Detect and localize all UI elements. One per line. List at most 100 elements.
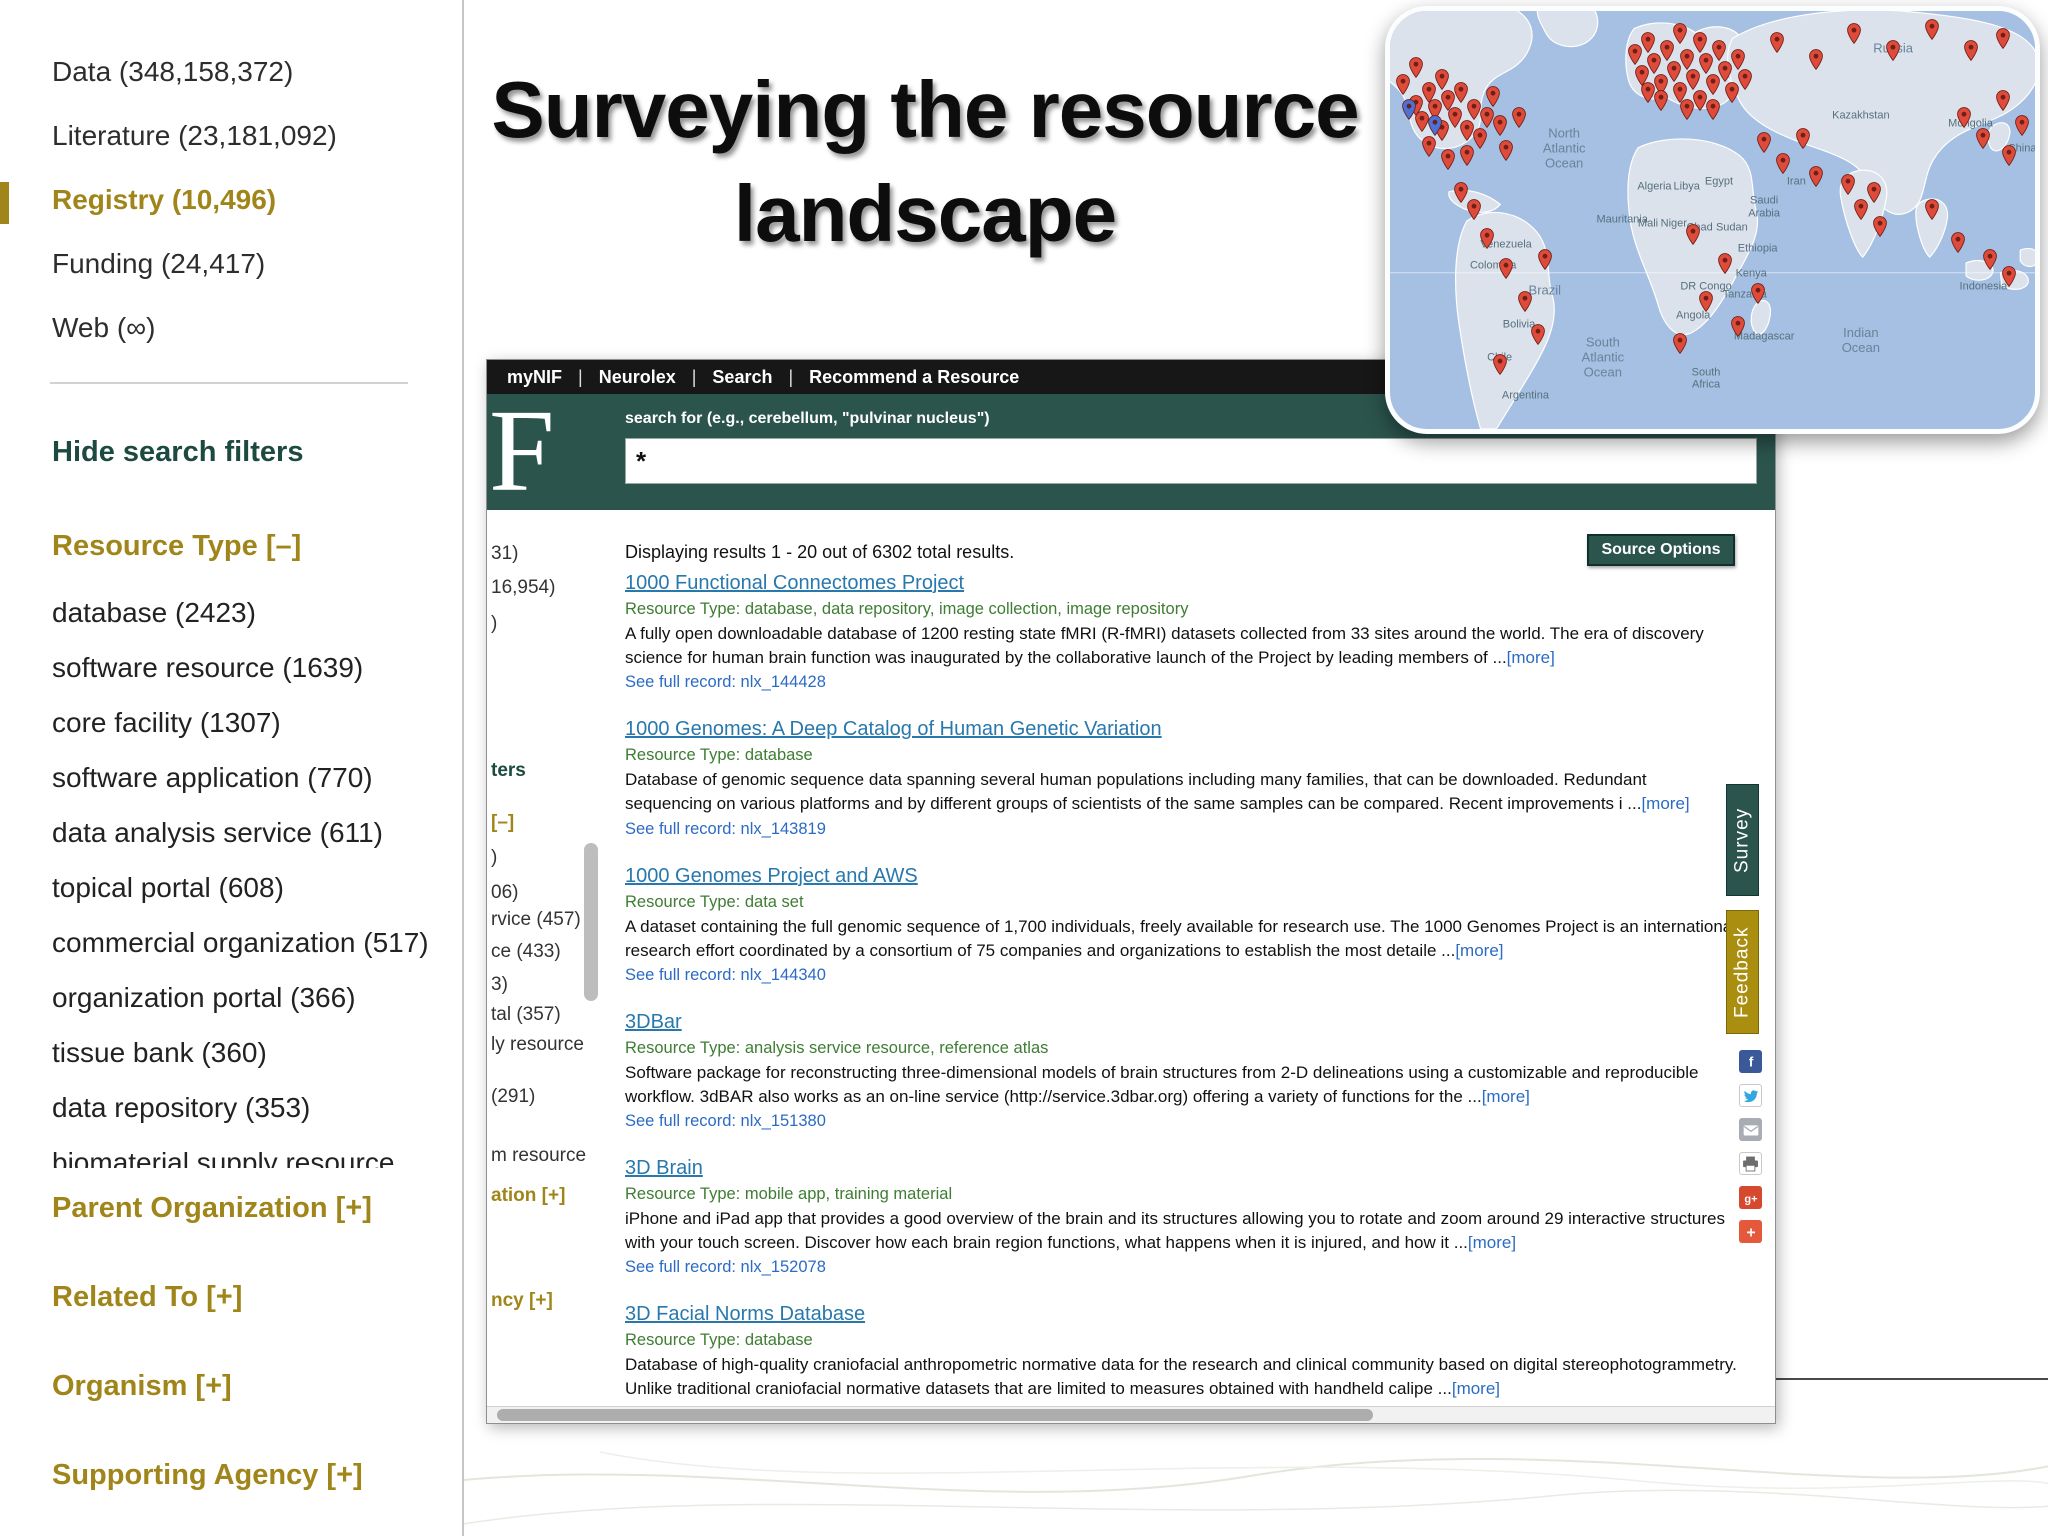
map-pin-icon[interactable] [1705, 98, 1720, 120]
map-pin-icon[interactable] [1673, 332, 1688, 354]
map-pin-icon[interactable] [1950, 232, 1965, 254]
map-pin-icon[interactable] [1653, 90, 1668, 112]
share-icon[interactable]: + [1739, 1220, 1762, 1243]
world-map[interactable]: RussiaKazakhstanMongoliaChinaNorth Atlan… [1385, 6, 2040, 434]
result-title-link[interactable]: 3D Brain [625, 1157, 703, 1180]
map-pin-icon[interactable] [1776, 153, 1791, 175]
filter-section-header[interactable]: Parent Organization [+] [52, 1192, 372, 1225]
map-pin-icon[interactable] [1808, 48, 1823, 70]
facet-item[interactable]: Web (∞) [52, 296, 337, 360]
result-title-link[interactable]: 1000 Genomes: A Deep Catalog of Human Ge… [625, 718, 1162, 741]
resource-type-item[interactable]: topical portal (608) [52, 860, 452, 915]
vertical-scrollbar-thumb[interactable] [584, 843, 598, 1001]
filter-section-header[interactable]: Related To [+] [52, 1281, 372, 1314]
source-options-button[interactable]: Source Options [1587, 534, 1735, 566]
map-pin-icon[interactable] [1679, 98, 1694, 120]
filter-section-header[interactable]: Organism [+] [52, 1370, 372, 1403]
map-pin-icon[interactable] [1795, 128, 1810, 150]
facebook-icon[interactable]: f [1739, 1050, 1762, 1073]
map-pin-icon[interactable] [1441, 149, 1456, 170]
result-more-link[interactable]: [more] [1452, 1379, 1500, 1398]
map-pin-icon[interactable] [1499, 140, 1514, 162]
result-title-link[interactable]: 3D Facial Norms Database [625, 1303, 865, 1326]
survey-tab[interactable]: Survey [1726, 784, 1759, 896]
resource-type-header[interactable]: Resource Type [–] [52, 530, 301, 563]
result-record-link[interactable]: See full record: nlx_144428 [625, 673, 826, 692]
google-plus-icon[interactable]: g+ [1739, 1186, 1762, 1209]
hide-search-filters-link[interactable]: Hide search filters [52, 436, 303, 469]
map-pin-icon[interactable] [1711, 40, 1726, 62]
resource-type-item[interactable]: software resource (1639) [52, 640, 452, 695]
nav-item[interactable]: Recommend a Resource [809, 367, 1019, 388]
map-pin-icon[interactable] [1976, 128, 1991, 150]
nav-item[interactable]: Search [712, 367, 772, 388]
map-pin-icon[interactable] [1492, 353, 1507, 375]
map-pin-icon[interactable] [1982, 249, 1997, 271]
resource-type-item[interactable]: biomaterial supply resource [52, 1135, 452, 1169]
map-pin-icon[interactable] [1995, 90, 2010, 112]
map-pin-icon[interactable] [1924, 199, 1939, 221]
result-more-link[interactable]: [more] [1468, 1233, 1516, 1252]
map-pin-icon[interactable] [1963, 40, 1978, 62]
result-title-link[interactable]: 1000 Genomes Project and AWS [625, 865, 918, 888]
map-pin-icon[interactable] [1957, 107, 1972, 129]
search-input[interactable] [625, 438, 1757, 484]
result-more-link[interactable]: [more] [1641, 794, 1689, 813]
map-pin-icon[interactable] [1995, 27, 2010, 49]
map-pin-icon[interactable] [1531, 324, 1546, 346]
map-pin-icon[interactable] [1641, 82, 1656, 104]
map-pin-blue-icon[interactable] [1402, 98, 1417, 120]
map-pin-icon[interactable] [2002, 266, 2017, 287]
map-pin-icon[interactable] [1731, 48, 1746, 70]
map-pin-icon[interactable] [1692, 31, 1707, 53]
map-pin-icon[interactable] [1473, 128, 1488, 150]
print-icon[interactable] [1739, 1152, 1762, 1175]
map-pin-icon[interactable] [1466, 199, 1481, 221]
facet-item[interactable]: Data (348,158,372) [52, 40, 337, 104]
map-pin-icon[interactable] [1737, 69, 1752, 91]
twitter-icon[interactable] [1739, 1084, 1762, 1107]
result-more-link[interactable]: [more] [1455, 941, 1503, 960]
map-pin-icon[interactable] [1492, 115, 1507, 137]
map-pin-icon[interactable] [1847, 23, 1862, 45]
map-pin-icon[interactable] [1840, 174, 1855, 195]
result-record-link[interactable]: See full record: nlx_143819 [625, 820, 826, 839]
facet-item[interactable]: Registry (10,496) [52, 168, 337, 232]
horizontal-scrollbar[interactable] [487, 1406, 1775, 1423]
facet-item[interactable]: Literature (23,181,092) [52, 104, 337, 168]
map-pin-icon[interactable] [1924, 19, 1939, 41]
map-pin-icon[interactable] [2002, 144, 2017, 166]
map-pin-icon[interactable] [1518, 291, 1533, 313]
map-pin-icon[interactable] [1750, 282, 1765, 304]
resource-type-item[interactable]: core facility (1307) [52, 695, 452, 750]
map-pin-icon[interactable] [1421, 136, 1436, 158]
email-icon[interactable] [1739, 1118, 1762, 1141]
map-pin-icon[interactable] [1686, 224, 1701, 246]
feedback-tab[interactable]: Feedback [1726, 910, 1759, 1034]
resource-type-item[interactable]: database (2423) [52, 585, 452, 640]
result-more-link[interactable]: [more] [1482, 1087, 1530, 1106]
nav-item[interactable]: Neurolex [599, 367, 676, 388]
map-pin-icon[interactable] [1886, 40, 1901, 62]
filter-section-header[interactable]: Supporting Agency [+] [52, 1459, 372, 1492]
map-pin-icon[interactable] [1460, 144, 1475, 166]
map-pin-icon[interactable] [1673, 23, 1688, 45]
facet-item[interactable]: Funding (24,417) [52, 232, 337, 296]
map-pin-icon[interactable] [1770, 31, 1785, 53]
map-pin-icon[interactable] [1808, 165, 1823, 187]
map-pin-icon[interactable] [1699, 291, 1714, 313]
resource-type-item[interactable]: data analysis service (611) [52, 805, 452, 860]
map-pin-icon[interactable] [1408, 57, 1423, 78]
result-record-link[interactable]: See full record: nlx_152078 [625, 1258, 826, 1277]
horizontal-scrollbar-thumb[interactable] [497, 1409, 1373, 1421]
map-pin-blue-icon[interactable] [1428, 115, 1443, 137]
result-title-link[interactable]: 3DBar [625, 1011, 682, 1034]
resource-type-item[interactable]: organization portal (366) [52, 970, 452, 1025]
resource-type-item[interactable]: tissue bank (360) [52, 1025, 452, 1080]
map-pin-icon[interactable] [1479, 228, 1494, 250]
map-pin-icon[interactable] [1434, 69, 1449, 91]
map-pin-icon[interactable] [1873, 215, 1888, 237]
resource-type-item[interactable]: data repository (353) [52, 1080, 452, 1135]
resource-type-item[interactable]: commercial organization (517) [52, 915, 452, 970]
map-pin-icon[interactable] [1866, 182, 1881, 204]
